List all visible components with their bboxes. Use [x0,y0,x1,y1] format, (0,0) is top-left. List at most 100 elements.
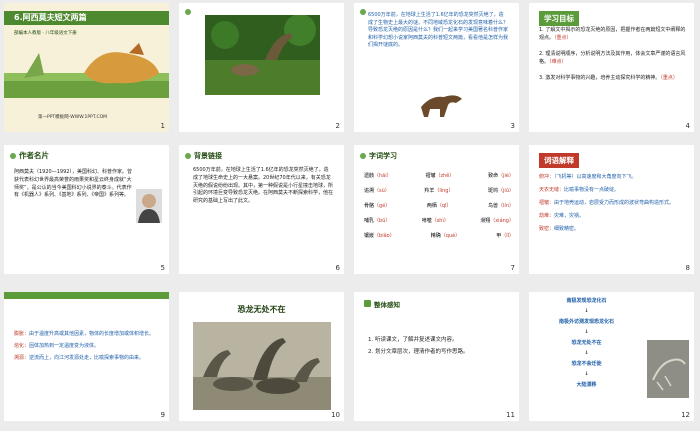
vocab-pinyin: （líng） [434,188,454,194]
top-band [4,292,169,299]
slide-heading: 作者名片 [19,151,49,160]
slide-thumbnail-6[interactable]: 背景链接 6500万年前，在地球上生活了1.6亿年的恐龙突然灭绝了，造成了地球生… [179,145,344,274]
intro-paragraph: 6500万年前，在地球上生活了1.6亿年的恐龙突然灭绝了，造成了生物史上最大的谜… [368,12,509,49]
slide-thumbnail-5[interactable]: 作者名片 阿西莫夫（1920—1992），美国科幻、科普作家。曾获代表科幻世界最… [4,145,169,274]
slide-heading: 背景链接 [194,152,222,160]
vocab-word: 致命 [488,173,499,179]
flow-step-3: 恐龙无处不在 [571,340,602,346]
footer-text: 第一PPT模板网-WWW.1PPT.COM [38,115,108,120]
vocab-pinyin: （zhě） [435,173,455,179]
slide-thumbnail-12[interactable]: 南极发现恐龙化石 ↓ 南极外访测发现恐龙化石 ↓ 恐龙无处不在 ↓ 恐龙不会迁徙… [529,292,694,421]
definition-term: 致密： [539,226,555,232]
objective-1: 1. 了解文中揭示的恐龙灭绝的原因，把握作者在两篇短文中阐释的观点。（重点） [539,27,687,42]
pushpin-icon [185,153,191,159]
slide-thumbnail-2[interactable]: 2 [179,3,344,132]
vocab-word: 哺乳 [364,218,375,224]
vocab-row: 追溯（sù） 羚羊（líng） 斑鸠（jiū） [364,184,514,199]
definition-item: 褶皱：由于地壳运动，岩层受力而形成的波状弯曲构造形式。 [539,199,689,207]
slide-number: 9 [160,411,165,419]
slide-heading: 字词学习 [369,152,397,160]
slide-number: 1 [160,122,165,130]
slide-thumbnail-8[interactable]: 词语解释 俯冲：（飞机等）以高速度和大角度向下飞。 天衣无缝：比喻事物没有一点破… [529,145,694,274]
flowchart: 南极发现恐龙化石 ↓ 南极外访测发现恐龙化石 ↓ 恐龙无处不在 ↓ 恐龙不会迁徙… [529,296,644,390]
vocab-pinyin: （gé） [374,203,391,209]
definition-term: 溯源： [14,355,30,361]
author-portrait [136,189,162,223]
author-bio: 阿西莫夫（1920—1992），美国科幻、科普作家。曾获代表科幻世界最高荣誉的雨… [14,169,132,199]
slide-thumbnail-1[interactable]: 6.阿西莫夫短文两篇 部编本人教版 · 八年级语文下册 第一PPT模板网-WWW… [4,3,169,132]
slide-thumbnail-9[interactable]: 膨胀：由于温度升高或其他因素，物体的长度增加或体积增长。 熔化：固体加热到一定温… [4,292,169,421]
t-rex-illustration [421,95,462,117]
definition-list: 膨胀：由于温度升高或其他因素，物体的长度增加或体积增长。 熔化：固体加热到一定温… [14,330,162,366]
vocab-pinyin: （bǔ） [374,218,391,224]
definition-text: 比喻事物没有一点破绽。 [564,187,620,193]
task-item: 2. 划分文章层次，理清作者的写作思路。 [368,349,469,355]
objective-3-text: 3. 激发对科学事物的兴趣，培养主动探究科学的精神。 [539,75,661,81]
vocab-word: 两栖 [426,203,437,209]
slide-number: 10 [331,411,340,419]
vocab-row: 骨骼（gé） 两栖（qī） 鸟兽（lín） [364,199,514,214]
vocab-pinyin: （jiū） [498,188,514,194]
vocab-table: 遗骸（hái） 褶皱（zhě） 致命（jié） 追溯（sù） 羚羊（líng） … [364,169,514,244]
objective-2-tag: （难点） [549,58,567,65]
flow-step-4: 恐龙不会迁徙 [571,361,602,367]
vocab-word: 鸟兽 [488,203,499,209]
vocab-pinyin: （qī） [436,203,452,209]
definition-item: 膨胀：由于温度升高或其他因素，物体的长度增加或体积增长。 [14,330,162,338]
objective-3: 3. 激发对科学事物的兴趣，培养主动探究科学的精神。（重点） [539,75,687,83]
definition-item: 致密：细致精密。 [539,225,689,233]
objective-1-tag: （重点） [554,34,572,41]
definition-text: 逆流而上，向江河发源处走，比喻探索事物的由来。 [29,355,145,361]
vocab-row: 遗骸（hái） 褶皱（zhě） 致命（jié） [364,169,514,184]
vocab-word: 追溯 [364,188,375,194]
definition-item: 俯冲：（飞机等）以高速度和大角度向下飞。 [539,173,689,181]
definition-term: 褶皱： [539,200,555,206]
slide-heading: 学习目标 [539,11,579,26]
objective-3-tag: （重点） [660,75,678,81]
definition-item: 天衣无缝：比喻事物没有一点破绽。 [539,186,689,194]
slide-number: 3 [510,122,515,130]
vocab-row: 镶嵌（biǎo） 精确（què） 甲（lǐ） [364,229,514,244]
slide-thumbnail-11[interactable]: 整体感知 1. 听读课文，了解并复述课文内容。 2. 划分文章层次，理清作者的写… [354,292,519,421]
vocab-pinyin: （xiáng） [490,218,514,224]
pushpin-icon [10,153,16,159]
slide-heading: 整体感知 [374,301,400,309]
vocab-pinyin: （shì） [431,218,449,224]
definition-text: 由于温度升高或其他因素，物体的长度增加或体积增长。 [29,331,155,337]
slide-title: 6.阿西莫夫短文两篇 [14,13,87,22]
definition-item: 溯源：逆流而上，向江河发源处走，比喻探索事物的由来。 [14,354,162,362]
definition-term: 膨胀： [14,331,30,337]
dinosaur-painting [193,322,331,410]
vocab-pinyin: （lǐ） [501,233,514,239]
slide-number: 11 [506,411,515,419]
vocab-word: 精确 [430,233,441,239]
dinosaur-illustration [4,43,169,98]
vocab-pinyin: （lín） [498,203,514,209]
slide-number: 2 [335,122,340,130]
vocab-word: 遗骸 [364,173,375,179]
vocab-word: 啃噬 [421,218,432,224]
slide-number: 5 [160,264,165,272]
definition-item: 熔化：固体加热到一定温度变为液体。 [14,342,162,350]
slide-thumbnail-10[interactable]: 恐龙无处不在 10 [179,292,344,421]
definition-text: 灾难，灾祸。 [554,213,585,219]
pushpin-icon [185,9,191,15]
slide-thumbnail-3[interactable]: 6500万年前，在地球上生活了1.6亿年的恐龙突然灭绝了，造成了生物史上最大的谜… [354,3,519,132]
slide-heading: 恐龙无处不在 [237,305,286,314]
slide-thumbnail-7[interactable]: 字词学习 遗骸（hái） 褶皱（zhě） 致命（jié） 追溯（sù） 羚羊（l… [354,145,519,274]
vocab-word: 褶皱 [425,173,436,179]
vocab-pinyin: （jié） [498,173,514,179]
definition-text: （飞机等）以高速度和大角度向下飞。 [554,174,637,180]
flow-step-1: 南极发现恐龙化石 [566,298,607,304]
flow-step-2: 南极外访测发现恐龙化石 [558,319,614,325]
arrow-down-icon: ↓ [584,308,589,314]
slide-number: 12 [681,411,690,419]
slide-thumbnail-4[interactable]: 学习目标 1. 了解文中揭示的恐龙灭绝的原因，把握作者在两篇短文中阐释的观点。（… [529,3,694,132]
vocab-pinyin: （biǎo） [374,233,395,239]
dinosaur-jungle-photo [205,15,320,95]
definition-term: 劫难： [539,213,555,219]
task-list: 1. 听读课文，了解并复述课文内容。 2. 划分文章层次，理清作者的写作思路。 [368,334,513,358]
task-item: 1. 听读课文，了解并复述课文内容。 [368,337,458,343]
slide-heading: 词语解释 [539,153,579,168]
background-paragraph: 6500万年前，在地球上生活了1.6亿年的恐龙突然灭绝了，造成了地球生命史上的一… [193,167,334,205]
